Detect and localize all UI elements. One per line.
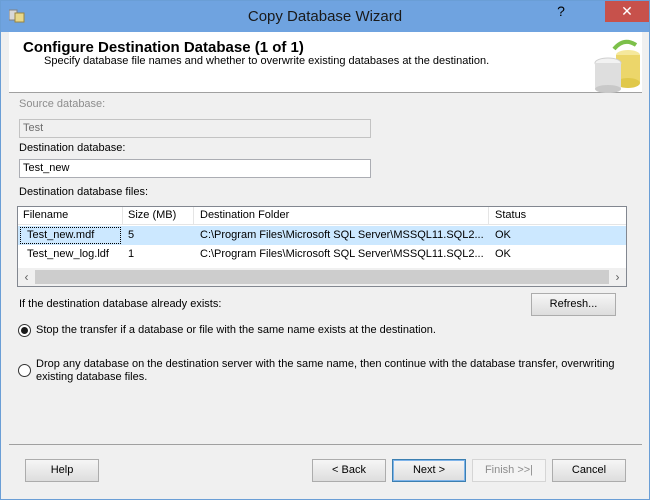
help-icon[interactable]: ? [547, 1, 575, 22]
back-button[interactable]: < Back [312, 459, 386, 482]
column-separator [193, 207, 194, 225]
page-header: Configure Destination Database (1 of 1) … [9, 32, 642, 93]
column-separator [488, 207, 489, 225]
cell-destination-folder[interactable]: C:\Program Files\Microsoft SQL Server\MS… [195, 229, 488, 241]
cancel-button[interactable]: Cancel [552, 459, 626, 482]
stop-transfer-label[interactable]: Stop the transfer if a database or file … [36, 324, 626, 337]
column-size[interactable]: Size (MB) [123, 209, 176, 221]
finish-button: Finish >>| [472, 459, 546, 482]
drop-database-label[interactable]: Drop any database on the destination ser… [36, 358, 626, 384]
table-row[interactable]: Test_new.mdf 5 C:\Program Files\Microsof… [18, 226, 626, 245]
cell-status: OK [495, 248, 511, 260]
close-icon[interactable]: ✕ [605, 1, 649, 22]
footer-divider [9, 444, 642, 445]
destination-database-label: Destination database: [19, 142, 126, 154]
help-button[interactable]: Help [25, 459, 99, 482]
source-database-field: Test [19, 119, 371, 138]
scroll-right-icon[interactable]: › [609, 268, 626, 286]
database-icon [594, 39, 640, 93]
drop-database-radio[interactable] [18, 364, 31, 377]
table-row[interactable]: Test_new_log.ldf 1 C:\Program Files\Micr… [18, 245, 626, 264]
exists-label: If the destination database already exis… [19, 298, 222, 310]
scroll-left-icon[interactable]: ‹ [18, 268, 35, 286]
cell-size[interactable]: 5 [123, 229, 193, 241]
cell-size[interactable]: 1 [123, 248, 193, 260]
horizontal-scrollbar[interactable]: ‹ › [18, 268, 626, 286]
grid-header: Filename Size (MB) Destination Folder St… [18, 207, 626, 225]
column-status[interactable]: Status [490, 209, 526, 221]
source-database-label: Source database: [19, 98, 106, 110]
cell-filename[interactable]: Test_new_log.ldf [22, 248, 122, 260]
wizard-window: Copy Database Wizard ? ✕ Configure Desti… [0, 0, 650, 500]
refresh-button[interactable]: Refresh... [531, 293, 616, 316]
title-bar[interactable]: Copy Database Wizard ? ✕ [1, 1, 649, 32]
radio-selected-dot [21, 327, 28, 334]
cell-destination-folder[interactable]: C:\Program Files\Microsoft SQL Server\MS… [195, 248, 488, 260]
cell-filename[interactable]: Test_new.mdf [22, 229, 122, 241]
page-subtitle: Specify database file names and whether … [44, 55, 490, 67]
page-title: Configure Destination Database (1 of 1) [23, 39, 304, 56]
cell-status: OK [495, 229, 511, 241]
scrollbar-thumb[interactable] [35, 270, 609, 284]
files-grid[interactable]: Filename Size (MB) Destination Folder St… [17, 206, 627, 287]
destination-database-field[interactable]: Test_new [19, 159, 371, 178]
stop-transfer-radio[interactable] [18, 324, 31, 337]
column-filename[interactable]: Filename [18, 209, 68, 221]
column-destination-folder[interactable]: Destination Folder [195, 209, 289, 221]
wizard-client: Configure Destination Database (1 of 1) … [9, 32, 642, 493]
next-button[interactable]: Next > [392, 459, 466, 482]
destination-files-label: Destination database files: [19, 186, 149, 198]
